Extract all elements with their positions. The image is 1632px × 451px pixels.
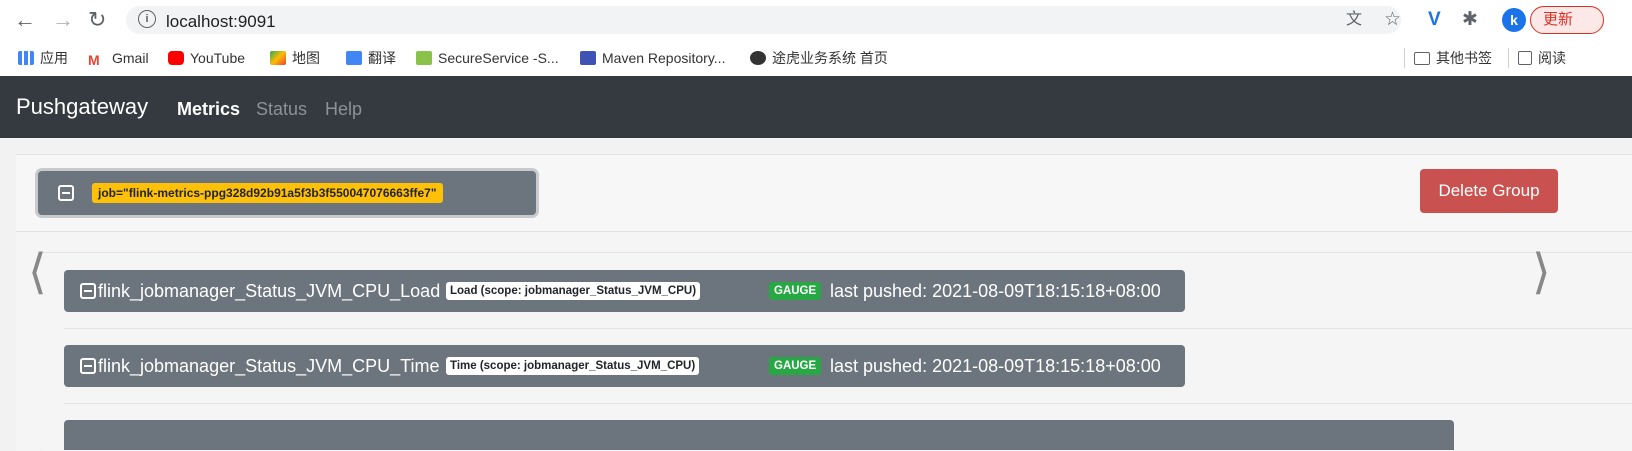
job-label-badge: job="flink-metrics-ppg328d92b91a5f3b3f55… [92,183,443,203]
chevron-left-icon[interactable]: ⟨ [28,248,47,296]
nav-status[interactable]: Status [256,98,307,120]
bookmark-maven[interactable]: Maven Repository... [580,48,725,68]
forward-icon[interactable]: → [52,6,74,34]
bookmarks-bar: 应用 M Gmail YouTube 地图 翻译 SecureService -S… [0,40,1632,76]
metric-type-badge: GAUGE [769,282,822,300]
bookmark-translate[interactable]: 翻译 [346,48,396,68]
metric-toggle-button[interactable]: flink_jobmanager_Status_JVM_CPU_Time Tim… [64,345,1185,387]
address-url[interactable]: localhost:9091 [166,12,276,32]
metric-toggle-button[interactable] [64,420,1454,450]
youtube-icon [168,51,184,65]
metric-row: flink_jobmanager_Status_JVM_CPU_Load Loa… [64,252,1632,329]
bookmarks-divider [1404,48,1405,68]
job-group-toggle[interactable]: job="flink-metrics-ppg328d92b91a5f3b3f55… [38,171,536,215]
bookmark-maps[interactable]: 地图 [270,48,320,68]
bookmark-other[interactable]: 其他书签 [1414,48,1492,68]
nav-help[interactable]: Help [325,98,362,120]
collapse-toggle-icon [80,283,96,299]
metric-name: flink_jobmanager_Status_JVM_CPU_Time [98,356,440,376]
delete-group-button[interactable]: Delete Group [1420,169,1558,213]
gmail-icon: M [88,52,100,68]
address-bar[interactable]: i localhost:9091 [126,6,1401,34]
bookmarks-divider [1508,48,1509,68]
extension-v-icon[interactable]: V [1428,9,1441,31]
collapse-toggle-icon [58,185,74,201]
bookmark-star-icon[interactable]: ☆ [1384,9,1401,31]
back-icon[interactable]: ← [14,6,36,34]
apps-grid-icon [18,51,34,65]
metric-row: flink_jobmanager_Status_JVM_CPU_Time Tim… [64,327,1632,404]
globe-icon [750,51,766,65]
secure-service-icon [416,51,432,65]
metric-name: flink_jobmanager_Status_JVM_CPU_Load [98,281,441,301]
extensions-puzzle-icon[interactable]: ✱ [1462,9,1478,31]
translate-page-icon[interactable]: 文 [1346,9,1362,31]
update-button[interactable]: 更新 [1530,6,1604,34]
maps-icon [270,51,286,65]
maven-icon [580,51,596,65]
bookmark-secureservice[interactable]: SecureService -S... [416,48,559,68]
metric-toggle-button[interactable]: flink_jobmanager_Status_JVM_CPU_Load Loa… [64,270,1185,312]
nav-metrics[interactable]: Metrics [177,98,240,120]
last-pushed-text: last pushed: 2021-08-09T18:15:18+08:00 [830,356,1161,376]
reload-icon[interactable]: ↻ [88,6,106,34]
site-info-icon[interactable]: i [138,10,156,28]
reading-list-icon [1518,51,1532,65]
metric-type-badge: GAUGE [769,357,822,375]
folder-icon [1414,52,1430,65]
last-pushed-text: last pushed: 2021-08-09T18:15:18+08:00 [830,281,1161,301]
bookmark-apps[interactable]: 应用 [18,48,68,68]
group-header: job="flink-metrics-ppg328d92b91a5f3b3f55… [16,155,1632,232]
bookmark-gmail[interactable]: M Gmail [88,48,149,68]
metric-help-badge: Time (scope: jobmanager_Status_JVM_CPU) [446,357,700,375]
translate-icon [346,51,362,65]
metric-help-badge: Load (scope: jobmanager_Status_JVM_CPU) [446,282,701,300]
bookmark-youtube[interactable]: YouTube [168,48,245,68]
collapse-toggle-icon [80,358,96,374]
brand-logo[interactable]: Pushgateway [16,94,148,120]
reading-list[interactable]: 阅读 [1518,48,1566,68]
browser-toolbar: ← → ↻ i localhost:9091 文 ☆ V ✱ k 更新 [0,0,1632,40]
bookmark-tuhu[interactable]: 途虎业务系统 首页 [750,48,888,68]
top-navbar: Pushgateway Metrics Status Help [0,76,1632,138]
profile-avatar[interactable]: k [1502,8,1526,32]
